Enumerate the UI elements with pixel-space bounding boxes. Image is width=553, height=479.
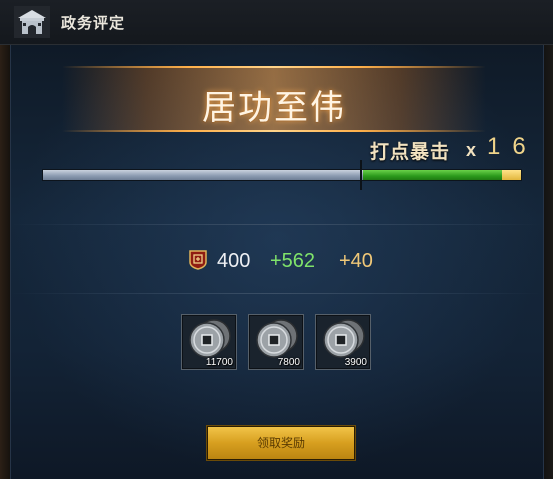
rating-label: 居功至伟 (202, 89, 346, 127)
score-progress-bar (42, 169, 522, 181)
reward-quantity: 11700 (205, 357, 233, 368)
reward-item[interactable]: 11700 (181, 314, 237, 370)
title-bar: 政务评定 ✕ (0, 0, 553, 45)
reward-quantity: 3900 (344, 357, 367, 368)
rating-banner: 居功至伟 (62, 66, 486, 132)
score-row: 400 +562 +40 (0, 248, 553, 278)
crit-label: 打点暴击 (370, 142, 451, 163)
divider (10, 293, 542, 294)
reward-item[interactable]: 7800 (248, 314, 304, 370)
progress-base-fill (43, 170, 363, 180)
reward-quantity: 7800 (277, 357, 300, 368)
progress-extra-fill (502, 170, 521, 180)
claim-reward-button[interactable]: 领取奖励 (206, 425, 356, 461)
crit-count: 16 (487, 133, 538, 160)
evaluation-window: 政务评定 ✕ 居功至伟 打点暴击 x 16 400 +562 +40 (0, 0, 553, 479)
progress-bonus-fill (363, 170, 502, 180)
score-bonus: +562 (270, 250, 316, 272)
progress-marker (360, 160, 362, 190)
shield-icon (189, 250, 207, 270)
score-base: 400 (217, 250, 251, 272)
window-title: 政务评定 (61, 15, 126, 32)
score-extra: +40 (339, 250, 373, 272)
crit-multiplier-symbol: x (466, 140, 477, 160)
divider (10, 224, 542, 225)
city-gate-icon (14, 6, 50, 38)
reward-item[interactable]: 3900 (315, 314, 371, 370)
